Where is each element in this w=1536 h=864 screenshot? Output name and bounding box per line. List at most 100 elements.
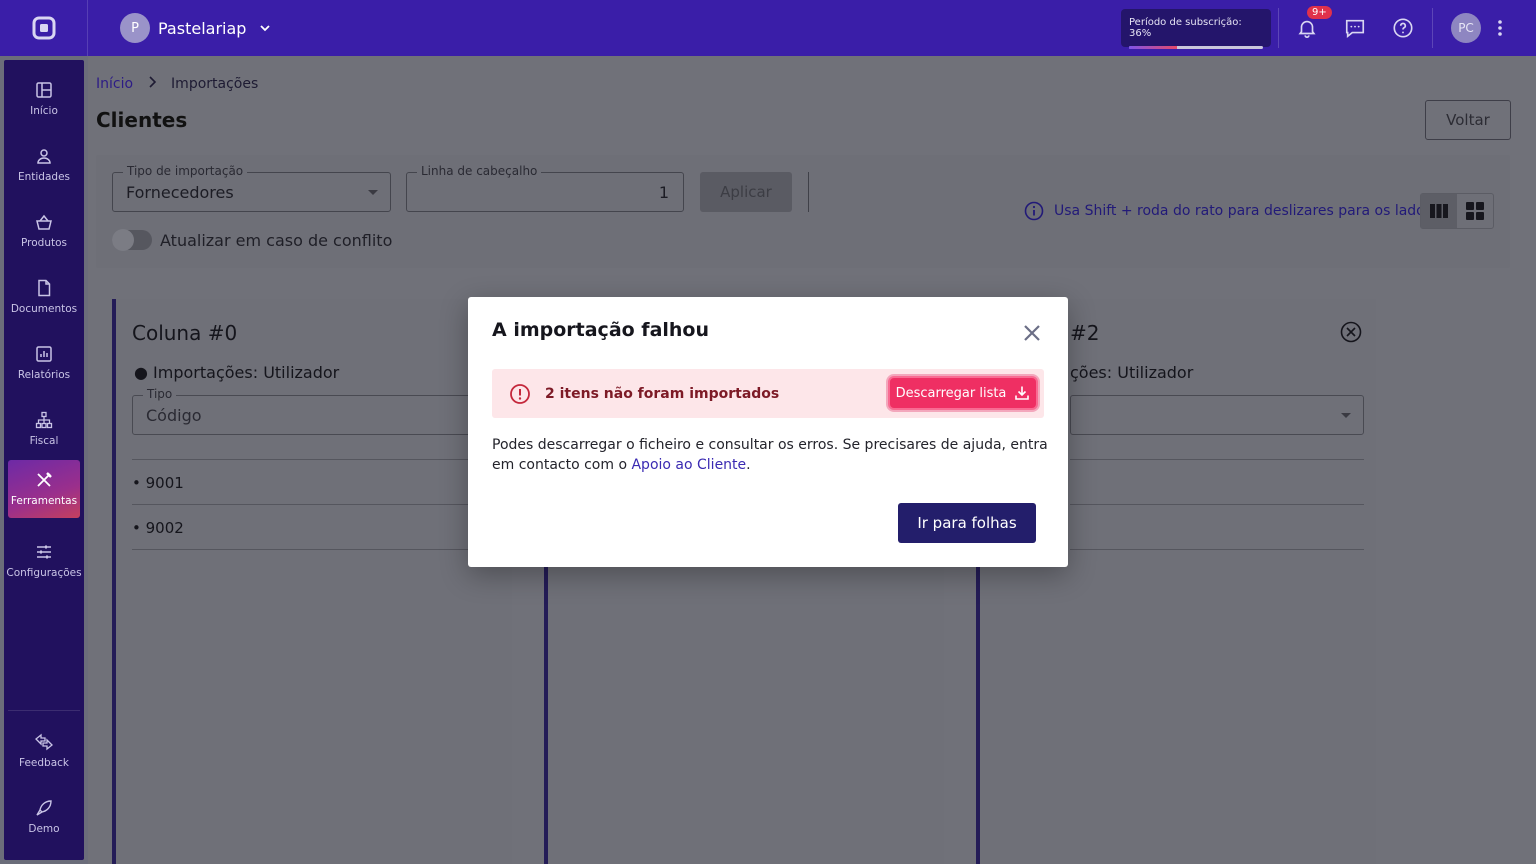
company-avatar: P [120,13,150,43]
sidebar-item-feedback[interactable]: Feedback [8,722,80,780]
sidebar-item-label: Demo [28,823,60,835]
breadcrumb-current: Importações [171,76,259,92]
chevron-right-icon [147,76,157,92]
sidebar: Início Entidades Produtos Documentos Rel… [4,60,84,860]
bell-icon [1298,20,1316,38]
sidebar-item-label: Início [30,105,58,117]
sidebar-item-label: Fiscal [29,435,59,447]
sidebar-item-fiscal[interactable]: Fiscal [8,400,80,458]
column-subtitle-text: Importações: Utilizador [153,363,340,382]
dropdown-arrow-icon [1341,413,1351,418]
sidebar-item-configuracoes[interactable]: Configurações [6,532,82,590]
basket-icon [36,214,52,230]
divider [1070,504,1364,505]
rocket-icon [36,800,52,816]
sidebar-item-label: Configurações [6,567,82,579]
column-type-select[interactable] [1070,395,1364,435]
download-list-button[interactable]: Descarregar lista [888,376,1038,410]
back-button[interactable]: Voltar [1425,100,1511,140]
chevron-down-icon [260,25,271,32]
columns-view-button[interactable] [1421,194,1457,228]
breadcrumb-home-link[interactable]: Início [96,76,133,92]
error-alert: 2 itens não foram importados Descarregar… [492,369,1044,418]
column-type-select[interactable]: Tipo Código [132,387,502,435]
dropdown-arrow-icon [368,190,378,195]
company-selector[interactable]: P Pastelariap [120,13,272,43]
import-type-value: Fornecedores [126,183,234,202]
divider [132,549,502,550]
header-line-input[interactable]: Linha de cabeçalho 1 [406,164,684,212]
remove-column-icon[interactable] [1340,321,1362,343]
import-type-select[interactable]: Tipo de importação Fornecedores [112,164,391,212]
column-type-value: Código [146,406,202,425]
subscription-indicator[interactable]: Período de subscrição: 36% [1121,9,1271,49]
dashboard-icon [36,82,52,98]
download-icon [1015,386,1030,400]
sidebar-item-label: Produtos [21,237,67,249]
dialog-body-end: . [746,457,751,473]
columns-icon [1430,204,1448,218]
divider [132,459,502,460]
grid-icon [1466,202,1484,220]
filters-panel: Tipo de importação Fornecedores Linha de… [96,155,1510,268]
divider [1070,459,1364,460]
error-icon [509,383,531,405]
more-vertical-icon [1498,20,1502,36]
breadcrumb: Início Importações [96,76,258,92]
sidebar-divider [8,710,80,711]
import-failed-dialog: A importação falhou 2 itens não foram im… [468,297,1068,567]
sidebar-item-documentos[interactable]: Documentos [8,268,80,326]
dialog-body: Podes descarregar o ficheiro e consultar… [492,435,1048,475]
app-logo[interactable] [0,0,88,56]
chart-icon [36,346,52,362]
scroll-hint: Usa Shift + roda do rato para deslizares… [1024,201,1432,221]
sidebar-item-label: Documentos [10,303,78,315]
divider [132,504,502,505]
divider [1070,549,1364,550]
conflict-toggle-label: Atualizar em caso de conflito [160,231,393,250]
company-name: Pastelariap [158,18,247,38]
sidebar-item-inicio[interactable]: Início [8,70,80,128]
import-type-label: Tipo de importação [123,164,248,178]
grid-view-button[interactable] [1457,194,1493,228]
column-subtitle: ções: Utilizador [1070,363,1194,382]
dialog-body-text: Podes descarregar o ficheiro e consultar… [492,437,1048,473]
header-line-value: 1 [658,183,669,202]
sidebar-item-demo[interactable]: Demo [8,788,80,846]
column-title: Coluna #0 [132,321,238,345]
apply-button[interactable]: Aplicar [700,172,792,212]
close-icon [1024,325,1040,341]
divider [1278,8,1279,48]
sidebar-item-entidades[interactable]: Entidades [8,136,80,194]
close-button[interactable] [1020,321,1044,345]
sidebar-item-label: Feedback [18,757,69,769]
feedback-icon [35,733,53,751]
notifications-badge: 9+ [1307,6,1332,19]
sidebar-item-relatorios[interactable]: Relatórios [8,334,80,392]
download-list-label: Descarregar lista [895,385,1007,401]
logo-icon [32,16,55,40]
list-item: • 9001 [132,474,184,492]
column-title: #2 [1070,321,1100,345]
document-icon [38,279,51,297]
conflict-toggle[interactable] [112,229,152,251]
person-icon [37,149,51,164]
tools-icon [37,472,52,487]
help-button[interactable] [1389,14,1417,42]
sidebar-item-label: Entidades [17,171,71,183]
sliders-icon [37,545,51,559]
support-link[interactable]: Apoio ao Cliente [631,457,746,473]
alert-text: 2 itens não foram importados [545,385,780,402]
messages-button[interactable] [1341,14,1369,42]
sidebar-item-label: Ferramentas [10,495,78,507]
sidebar-item-ferramentas[interactable]: Ferramentas [8,460,80,518]
go-to-sheets-button[interactable]: Ir para folhas [898,503,1036,543]
view-toggle [1420,193,1494,229]
user-avatar[interactable]: PC [1451,13,1481,43]
toggle-knob [112,229,134,251]
sidebar-item-produtos[interactable]: Produtos [8,202,80,260]
info-icon [1024,201,1044,221]
network-icon [35,411,53,429]
more-menu-button[interactable] [1486,14,1514,42]
column-subtitle: ● Importações: Utilizador [134,363,340,382]
